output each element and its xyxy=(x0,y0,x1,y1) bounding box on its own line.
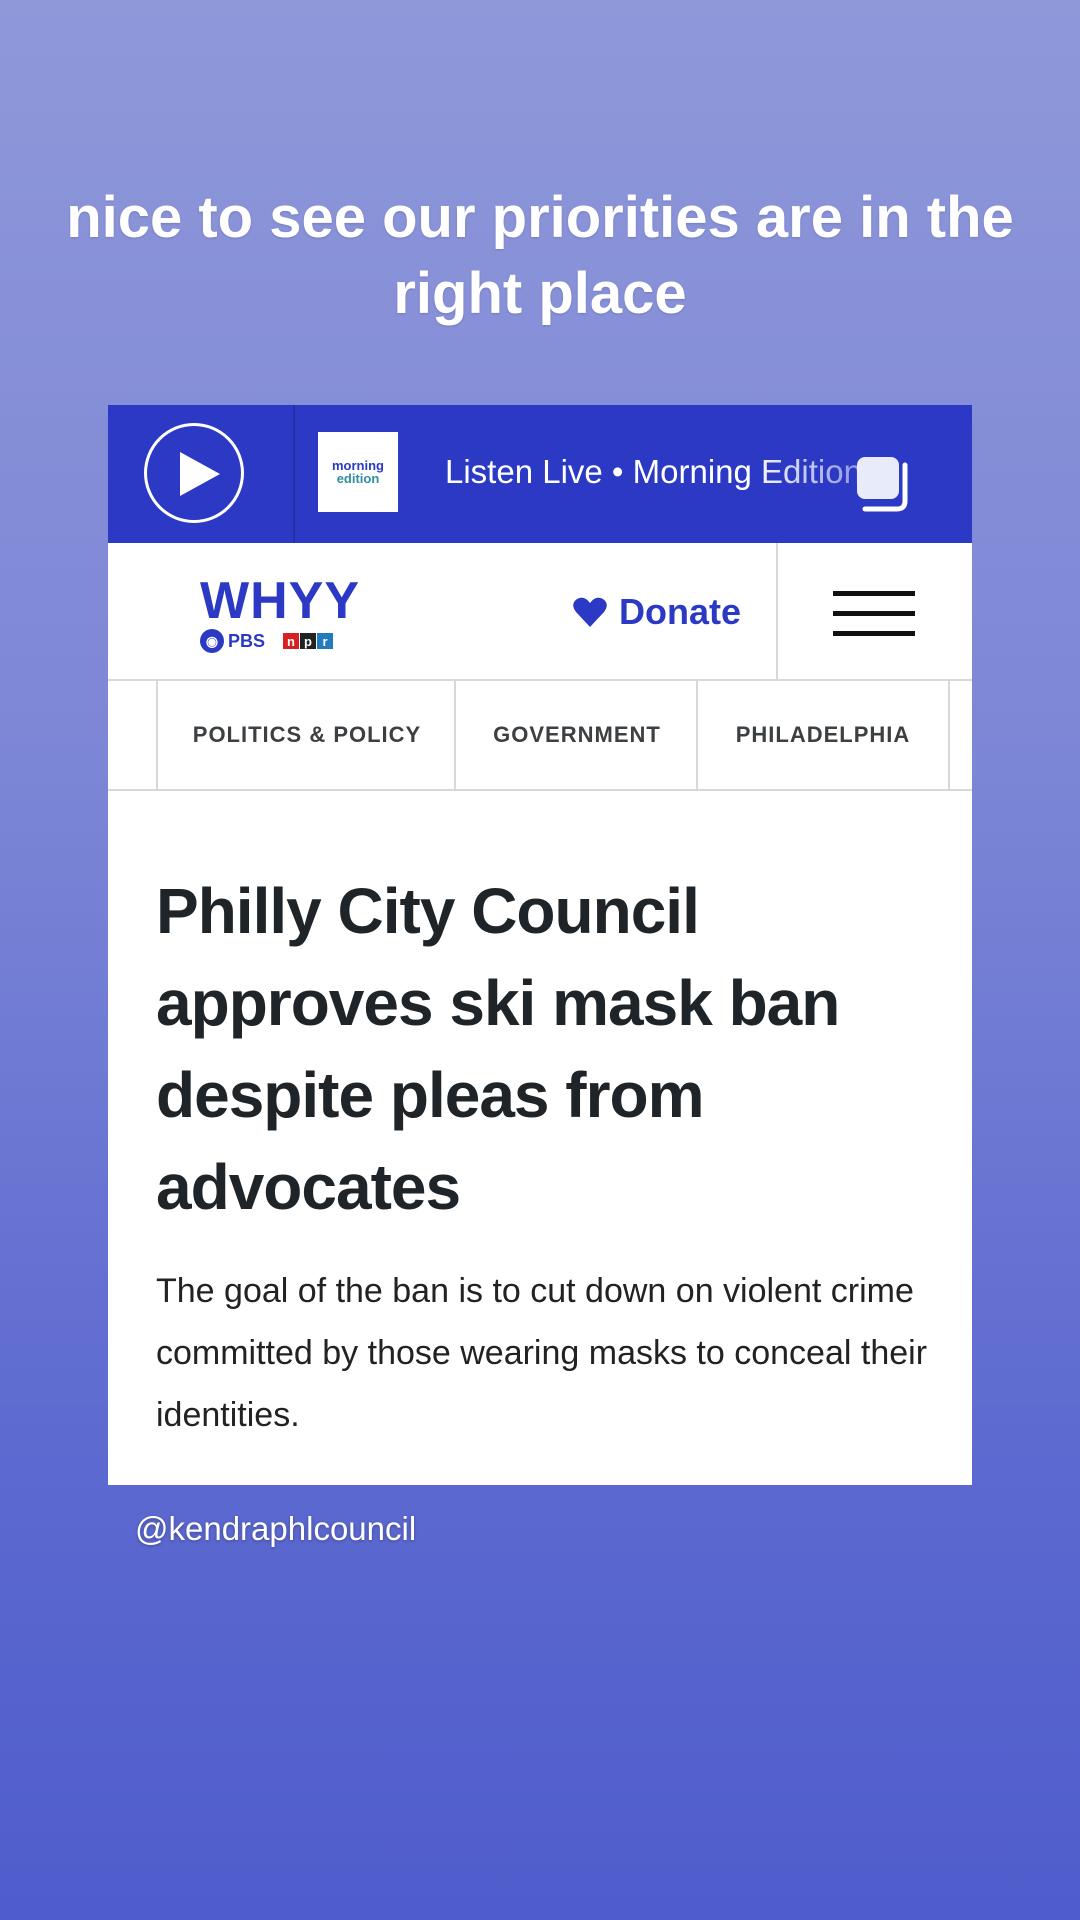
whyy-logo[interactable]: WHYY ◉ PBS n p r xyxy=(200,575,360,653)
play-button[interactable] xyxy=(144,423,244,523)
morning-edition-logo: morning edition xyxy=(318,432,398,512)
picture-in-picture-icon[interactable] xyxy=(853,455,913,515)
mention-handle[interactable]: @kendraphlcouncil xyxy=(135,1510,416,1548)
pbs-label: PBS xyxy=(228,630,266,651)
tag-government[interactable]: GOVERNMENT xyxy=(454,681,698,789)
menu-icon[interactable] xyxy=(833,591,915,639)
whyy-wordmark: WHYY xyxy=(200,572,360,630)
topic-tags: POLITICS & POLICY GOVERNMENT PHILADELPHI… xyxy=(108,681,972,791)
live-player-bar: morning edition Listen Live • Morning Ed… xyxy=(108,405,972,543)
site-masthead: WHYY ◉ PBS n p r Donate xyxy=(108,543,972,681)
player-divider xyxy=(293,405,295,543)
article-screenshot: morning edition Listen Live • Morning Ed… xyxy=(108,405,972,1485)
donate-button[interactable]: Donate xyxy=(573,591,741,633)
masthead-divider xyxy=(776,543,778,679)
article-dek: The goal of the ban is to cut down on vi… xyxy=(156,1272,928,1434)
npr-logo: n p r xyxy=(283,633,334,649)
pbs-icon: ◉ xyxy=(200,629,224,653)
npr-letter-p: p xyxy=(300,633,317,649)
tag-philadelphia[interactable]: PHILADELPHIA xyxy=(696,681,950,789)
npr-letter-r: r xyxy=(317,633,334,649)
npr-letter-n: n xyxy=(283,633,300,649)
heart-icon xyxy=(573,597,607,627)
tag-politics-policy[interactable]: POLITICS & POLICY xyxy=(156,681,456,789)
play-icon xyxy=(180,452,220,496)
story-caption: nice to see our priorities are in the ri… xyxy=(66,185,1014,326)
donate-label: Donate xyxy=(619,591,742,632)
show-logo-line2: edition xyxy=(336,471,380,486)
article-headline: Philly City Council approves ski mask ba… xyxy=(156,875,840,1223)
